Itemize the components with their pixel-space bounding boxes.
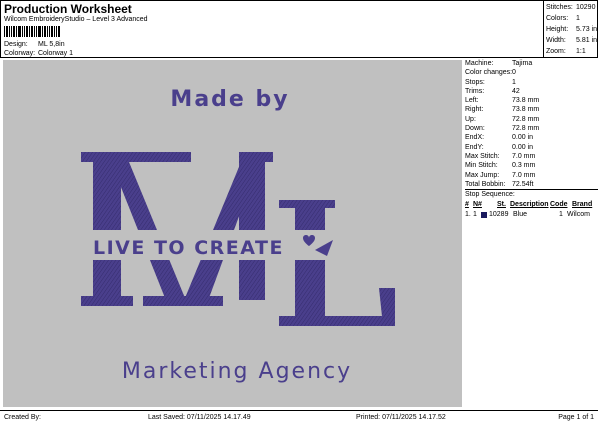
spec-row: Down: 72.8 mm <box>465 125 540 133</box>
col-header: N# <box>473 201 482 209</box>
barcode-icon <box>4 26 60 37</box>
agency-text: Marketing Agency <box>122 359 352 384</box>
spec-row: Left: 73.8 mm <box>465 97 540 105</box>
footer: Created By: Last Saved: 07/11/2025 14.17… <box>0 410 598 424</box>
spec-row: EndX: 0.00 in <box>465 134 534 142</box>
made-by-text: Made by <box>170 87 289 112</box>
spec-row: Trims: 42 <box>465 87 520 95</box>
worksheet-title: Production Worksheet <box>4 2 132 16</box>
last-saved: Last Saved: 07/11/2025 14.17.49 <box>148 414 251 421</box>
stat-row: Stitches: 10290 <box>546 4 596 11</box>
row-brand: Wilcom <box>567 211 590 219</box>
row-num: 1. <box>465 211 471 219</box>
row-stitches: 10289 <box>489 211 509 219</box>
stop-sequence-header: # N# St. Description Code Brand <box>465 200 598 210</box>
printed-date: Printed: 07/11/2025 14.17.52 <box>356 414 446 421</box>
spec-row: Max Stitch: 7.0 mm <box>465 152 536 160</box>
row-code: 1 <box>559 211 563 219</box>
design-value: ML 5,8in <box>38 41 65 48</box>
spec-row: Machine: Tajima <box>465 60 533 67</box>
created-by: Created By: <box>4 414 41 421</box>
col-header: Code <box>550 201 568 209</box>
table-row: 1. 1 10289 Blue 1 Wilcom <box>465 210 598 220</box>
stats-panel: Stitches: 10290 Colors: 1 Height: 5.73 in W… <box>546 2 597 57</box>
col-header: # <box>465 201 469 209</box>
design-preview: Made by LIVE TO CREATE Marketing Agency <box>3 60 462 407</box>
embroidery-design: Made by LIVE TO CREATE Marketing Agency <box>81 87 395 384</box>
monogram-m <box>81 152 273 306</box>
colorway-row: Colorway: Colorway 1 <box>4 50 73 57</box>
stat-row: Height: 5.73 in <box>546 26 598 33</box>
row-n: 1 <box>473 211 477 219</box>
colorway-label: Colorway: <box>4 50 36 57</box>
stat-row: Zoom: 1:1 <box>546 48 586 55</box>
page-number: Page 1 of 1 <box>558 414 594 421</box>
row-description: Blue <box>513 211 528 219</box>
monogram-l <box>279 200 395 326</box>
software-subtitle: Wilcom EmbroideryStudio – Level 3 Advanc… <box>4 16 148 23</box>
stat-row: Colors: 1 <box>546 15 580 22</box>
spec-row: Right: 73.8 mm <box>465 106 540 114</box>
spec-row: Max Jump: 7.0 mm <box>465 171 536 179</box>
col-header: Brand <box>572 201 593 209</box>
col-header: Description <box>510 201 549 209</box>
spec-row: EndY: 0.00 in <box>465 143 534 151</box>
header-divider <box>543 0 544 58</box>
spec-row: Up: 72.8 mm <box>465 115 540 123</box>
tagline-text: LIVE TO CREATE <box>93 237 284 259</box>
spec-row: Stops: 1 <box>465 78 516 86</box>
spec-row: Min Stitch: 0.3 mm <box>465 162 536 170</box>
colorway-value: Colorway 1 <box>38 50 74 57</box>
spec-row: Total Bobbin: 72.54ft <box>465 180 534 188</box>
spec-panel: Machine: Tajima Color changes:0 Stops: 1 T… <box>465 59 598 220</box>
stop-sequence-title: Stop Sequence: <box>465 191 515 199</box>
design-row: Design: ML 5,8in <box>4 41 65 48</box>
spec-row: Color changes:0 <box>465 69 516 77</box>
stat-row: Width: 5.81 in <box>546 37 598 44</box>
col-header: St. <box>497 201 506 209</box>
design-label: Design: <box>4 41 28 48</box>
